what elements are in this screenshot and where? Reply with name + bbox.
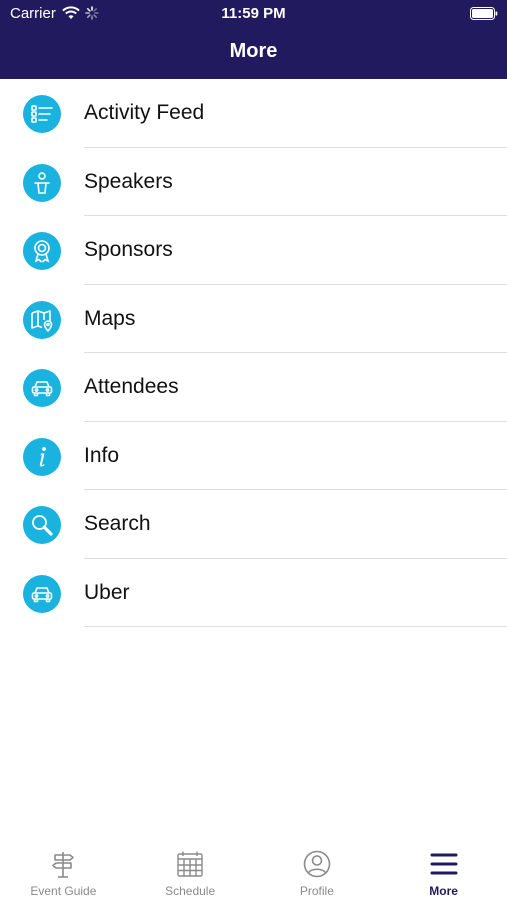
menu-item-label: Uber	[84, 580, 130, 604]
menu-item-sponsors[interactable]: Sponsors	[0, 216, 507, 285]
signpost-icon	[52, 852, 75, 878]
menu-item-label: Attendees	[84, 375, 179, 398]
menu-item-search[interactable]: Search	[0, 490, 507, 559]
calendar-icon	[177, 851, 203, 877]
map-pin-icon	[23, 300, 61, 339]
tab-label: More	[429, 884, 458, 898]
menu-item-uber[interactable]: Uber	[0, 559, 507, 627]
tab-label: Schedule	[165, 884, 216, 898]
tab-profile[interactable]: Profile	[254, 838, 381, 900]
menu-item-label: Info	[84, 443, 120, 467]
speaker-icon	[23, 163, 61, 202]
tab-schedule[interactable]: Schedule	[127, 838, 254, 900]
menu-item-label: Speakers	[84, 169, 173, 193]
menu-item-speakers[interactable]: Speakers	[0, 148, 507, 216]
page-title: More	[229, 40, 278, 62]
status-bar: Carrier 11:59 PM	[0, 0, 507, 28]
menu-item-label: Sponsors	[84, 238, 173, 261]
divider	[84, 626, 507, 627]
tab-event-guide[interactable]: Event Guide	[0, 838, 127, 900]
info-icon	[23, 437, 61, 476]
battery-icon	[470, 7, 498, 20]
menu-item-info[interactable]: Info	[0, 422, 507, 490]
car-icon	[23, 574, 61, 613]
search-icon	[23, 506, 61, 544]
tab-bar: Event Guide Schedule Profile More	[0, 838, 507, 900]
menu-item-label: Activity Feed	[84, 101, 205, 124]
tab-label: Profile	[299, 884, 334, 898]
car-icon	[23, 369, 61, 407]
user-icon	[303, 850, 331, 878]
tab-more[interactable]: More	[380, 838, 507, 900]
ribbon-badge-icon	[23, 232, 61, 270]
menu-item-maps[interactable]: Maps	[0, 285, 507, 353]
menu-item-activity-feed[interactable]: Activity Feed	[0, 79, 507, 148]
menu-item-label: Maps	[84, 306, 136, 330]
menu-item-attendees[interactable]: Attendees	[0, 353, 507, 422]
navigation-header: Carrier 11:59 PM More	[0, 0, 507, 79]
status-time: 11:59 PM	[221, 5, 286, 22]
menu-item-label: Search	[84, 512, 151, 535]
tab-label: Event Guide	[30, 884, 97, 898]
more-menu-list: Activity Feed Speakers Sponsors Maps Att…	[0, 79, 507, 627]
hamburger-menu-icon	[430, 853, 458, 875]
activity-feed-icon	[23, 95, 61, 133]
